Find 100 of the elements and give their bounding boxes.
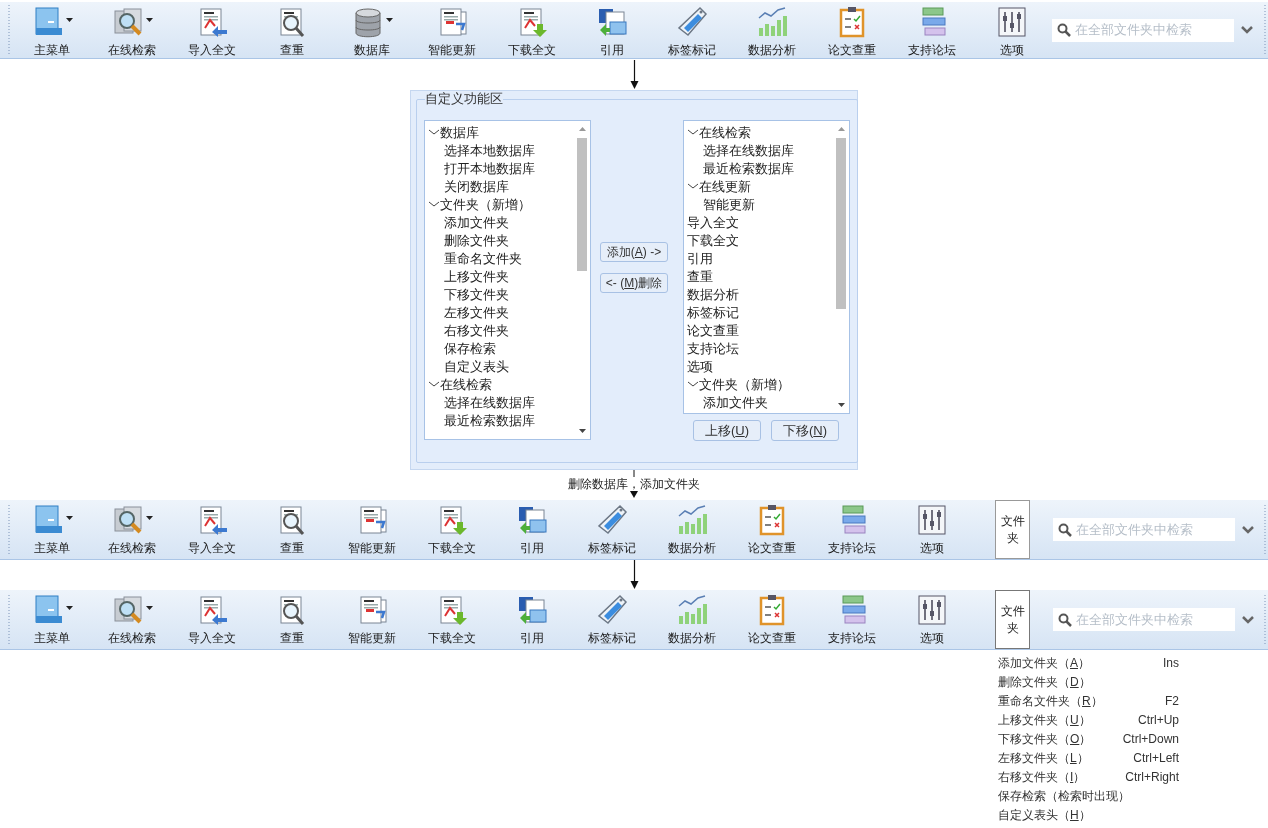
toolbar-button[interactable]: 引用: [492, 500, 572, 559]
sliders-icon: [916, 504, 948, 536]
tree-item[interactable]: 查重: [684, 268, 833, 286]
toolbar-button[interactable]: 支持论坛: [892, 2, 972, 58]
sliders-icon: [996, 6, 1028, 38]
menu-item[interactable]: 下移文件夹（O） Ctrl+Down: [998, 729, 1188, 748]
tree-item[interactable]: 自定义表头: [425, 358, 574, 376]
toolbar-button[interactable]: 导入全文: [172, 500, 252, 559]
toolbar-button[interactable]: 论文查重: [732, 590, 812, 649]
menu-item[interactable]: 重命名文件夹（R） F2: [998, 691, 1188, 710]
toolbar-button[interactable]: 导入全文: [172, 590, 252, 649]
group-title: 自定义功能区: [425, 91, 503, 107]
tree-item[interactable]: 论文查重: [684, 322, 833, 340]
toolbar-button[interactable]: 数据分析: [652, 590, 732, 649]
tree-item[interactable]: 下载全文: [684, 232, 833, 250]
toolbar-button[interactable]: 查重: [252, 500, 332, 559]
tree-item[interactable]: 支持论坛: [684, 340, 833, 358]
toolbar-button[interactable]: 主菜单: [12, 590, 92, 649]
search-field[interactable]: 在全部文件夹中检索: [1053, 518, 1235, 541]
magnifier-icon: [111, 504, 144, 536]
tree-item[interactable]: 导入全文: [684, 214, 833, 232]
down-arrow: [629, 560, 639, 590]
tree-item[interactable]: 删除文件夹: [425, 232, 574, 250]
tree-item[interactable]: 选项: [684, 358, 833, 376]
document-arrow-icon: [596, 6, 628, 38]
folder-button[interactable]: 文件夹: [995, 500, 1030, 559]
menu-item[interactable]: 左移文件夹（L） Ctrl+Left: [998, 748, 1188, 767]
search-field[interactable]: 在全部文件夹中检索: [1052, 18, 1234, 42]
toolbar-button[interactable]: 智能更新: [332, 500, 412, 559]
toolbar-button[interactable]: 选项: [892, 500, 972, 559]
menu-item[interactable]: 自定义表头（H）: [998, 805, 1188, 824]
scrollbar-thumb[interactable]: [577, 138, 587, 271]
tree-item[interactable]: 下移文件夹: [425, 286, 574, 304]
toolbar-button[interactable]: 数据分析: [732, 2, 812, 58]
tree-item[interactable]: 标签标记: [684, 304, 833, 322]
toolbar-button[interactable]: 下载全文: [492, 2, 572, 58]
dialog-button[interactable]: <- (M)删除: [600, 273, 668, 293]
chevron-down-icon: [1241, 26, 1253, 34]
toolbar-button[interactable]: 支持论坛: [812, 500, 892, 559]
toolbar-button[interactable]: 在线检索: [92, 2, 172, 58]
tree-item[interactable]: 选择本地数据库: [425, 142, 574, 160]
toolbar-button[interactable]: 论文查重: [812, 2, 892, 58]
tree-item[interactable]: 关闭数据库: [425, 178, 574, 196]
dialog-button[interactable]: 上移(U): [693, 420, 761, 441]
tree-item[interactable]: 添加文件夹: [684, 394, 833, 412]
toolbar-button[interactable]: 选项: [892, 590, 972, 649]
toolbar-button[interactable]: 主菜单: [12, 500, 92, 559]
tree-item[interactable]: 在线检索: [425, 376, 574, 394]
toolbar-button[interactable]: 查重: [252, 590, 332, 649]
toolbar-button[interactable]: 数据分析: [652, 500, 732, 559]
tree-item[interactable]: 打开本地数据库: [425, 160, 574, 178]
tree-item[interactable]: 数据分析: [684, 286, 833, 304]
tree-item[interactable]: 添加文件夹: [425, 214, 574, 232]
menu-item[interactable]: 右移文件夹（I） Ctrl+Right: [998, 767, 1188, 786]
tree-item[interactable]: 上移文件夹: [425, 268, 574, 286]
tree-item[interactable]: 左移文件夹: [425, 304, 574, 322]
tree-item[interactable]: 文件夹（新增）: [425, 196, 574, 214]
scroll-down-icon: [837, 403, 845, 407]
tree-item[interactable]: 在线更新: [684, 178, 833, 196]
toolbar-button[interactable]: 选项: [972, 2, 1052, 58]
tree-item[interactable]: 保存检索: [425, 340, 574, 358]
toolbar-button[interactable]: 标签标记: [572, 590, 652, 649]
toolbar-button[interactable]: 论文查重: [732, 500, 812, 559]
menu-item[interactable]: 删除文件夹（D）: [998, 672, 1188, 691]
toolbar-button[interactable]: 标签标记: [652, 2, 732, 58]
tree-item[interactable]: 重命名文件夹: [425, 250, 574, 268]
menu-item[interactable]: 添加文件夹（A） Ins: [998, 653, 1188, 672]
toolbar-button[interactable]: 查重: [252, 2, 332, 58]
toolbar-button[interactable]: 支持论坛: [812, 590, 892, 649]
toolbar-button[interactable]: 下载全文: [412, 590, 492, 649]
tree-item[interactable]: 智能更新: [684, 196, 833, 214]
toolbar-button[interactable]: 引用: [572, 2, 652, 58]
toolbar-button[interactable]: 智能更新: [332, 590, 412, 649]
menu-item[interactable]: 上移文件夹（U） Ctrl+Up: [998, 710, 1188, 729]
toolbar-button[interactable]: 智能更新: [412, 2, 492, 58]
search-field[interactable]: 在全部文件夹中检索: [1053, 608, 1235, 631]
tree-item[interactable]: 最近检索数据库: [425, 412, 574, 430]
menu-item[interactable]: 保存检索（检索时出现）: [998, 786, 1188, 805]
tree-item[interactable]: 选择在线数据库: [684, 142, 833, 160]
grip-handle: [1264, 594, 1266, 645]
tree-item[interactable]: 最近检索数据库: [684, 160, 833, 178]
toolbar-button[interactable]: 在线检索: [92, 590, 172, 649]
toolbar-button[interactable]: 主菜单: [12, 2, 92, 58]
tree-item[interactable]: 右移文件夹: [425, 322, 574, 340]
bar-chart-icon: [676, 594, 708, 626]
scrollbar-thumb[interactable]: [836, 138, 846, 309]
folder-button[interactable]: 文件夹: [995, 590, 1030, 649]
dialog-button[interactable]: 添加(A) ->: [600, 242, 668, 262]
toolbar-button[interactable]: 标签标记: [572, 500, 652, 559]
tree-item[interactable]: 选择在线数据库: [425, 394, 574, 412]
tree-item[interactable]: 在线检索: [684, 124, 833, 142]
tree-item[interactable]: 文件夹（新增）: [684, 376, 833, 394]
dialog-button[interactable]: 下移(N): [771, 420, 839, 441]
toolbar-button[interactable]: 在线检索: [92, 500, 172, 559]
toolbar-button[interactable]: 导入全文: [172, 2, 252, 58]
toolbar-button[interactable]: 引用: [492, 590, 572, 649]
tree-item[interactable]: 引用: [684, 250, 833, 268]
tree-item[interactable]: 数据库: [425, 124, 574, 142]
toolbar-button[interactable]: 下载全文: [412, 500, 492, 559]
toolbar-button[interactable]: 数据库: [332, 2, 412, 58]
